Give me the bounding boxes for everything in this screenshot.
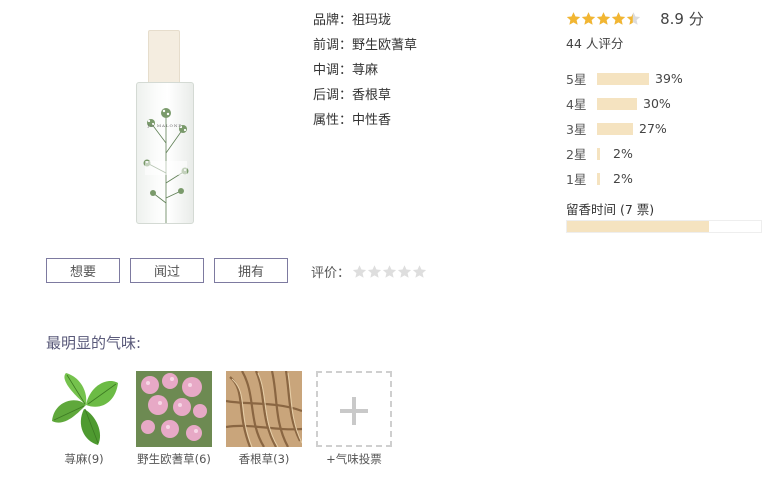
star-icon — [611, 12, 626, 25]
bottle-body: JO MALONE — [136, 82, 194, 224]
rate-star-icon[interactable] — [352, 264, 367, 279]
note-label: 野生欧蓍草(6) — [137, 452, 211, 466]
want-button[interactable]: 想要 — [46, 258, 120, 283]
rate-star-icon[interactable] — [412, 264, 427, 279]
middle-note-row: 中调：荨麻 — [313, 63, 379, 78]
average-star-rating — [566, 11, 641, 26]
longevity-bar — [566, 220, 762, 233]
attribute-row: 属性：中性香 — [313, 113, 392, 128]
distribution-percent: 30% — [643, 96, 671, 111]
distribution-percent: 2% — [613, 171, 633, 186]
own-button[interactable]: 拥有 — [214, 258, 288, 283]
plus-icon-vertical — [352, 397, 356, 425]
brand-row: 品牌：祖玛珑 — [313, 13, 392, 28]
distribution-row: 1星 2% — [566, 166, 766, 191]
note-label: 香根草(3) — [238, 452, 290, 466]
distribution-bar — [597, 72, 649, 85]
note-item-nettle[interactable]: 荨麻(9) — [46, 371, 122, 467]
distribution-bar — [597, 172, 600, 185]
rate-star-icon[interactable] — [382, 264, 397, 279]
note-label: 荨麻(9) — [64, 452, 104, 466]
rate-stars — [352, 264, 427, 279]
distribution-row: 5星 39% — [566, 66, 766, 91]
vote-note-label: +气味投票 — [326, 452, 382, 466]
distribution-bar — [597, 97, 637, 110]
longevity-bar-fill — [567, 221, 709, 232]
note-item-vetiver[interactable]: 香根草(3) — [226, 371, 302, 467]
top-note-row: 前调：野生欧蓍草 — [313, 38, 418, 53]
distribution-label: 4星 — [566, 97, 587, 112]
distribution-percent: 2% — [613, 146, 633, 161]
vetiver-root-icon — [226, 371, 302, 447]
star-icon — [596, 12, 611, 25]
base-note-row: 后调：香根草 — [313, 88, 392, 103]
distribution-label: 2星 — [566, 147, 587, 162]
vote-count: 44 人评分 — [566, 36, 624, 51]
longevity-label: 留香时间 (7 票) — [566, 202, 655, 217]
perfume-bottle-image: JO MALONE — [130, 30, 200, 226]
yarrow-flower-icon — [136, 371, 212, 447]
rate-star-icon[interactable] — [397, 264, 412, 279]
distribution-percent: 39% — [655, 71, 683, 86]
bottle-brand-text: JO MALONE — [147, 123, 183, 128]
flower-illustration — [143, 108, 189, 223]
distribution-percent: 27% — [639, 121, 667, 136]
add-note-vote-button[interactable] — [316, 371, 392, 447]
star-icon — [581, 12, 596, 25]
distribution-label: 1星 — [566, 172, 587, 187]
distribution-row: 2星 2% — [566, 141, 766, 166]
star-icon — [566, 12, 581, 25]
bottle-cap — [148, 30, 180, 84]
smelled-button[interactable]: 闻过 — [130, 258, 204, 283]
note-item-yarrow[interactable]: 野生欧蓍草(6) — [136, 371, 212, 467]
distribution-label: 5星 — [566, 72, 587, 87]
rating-panel: 8.9 分 44 人评分 5星 39% 4星 30% 3星 27% 2星 2% 1星 2% 留香时… — [566, 8, 766, 233]
distribution-bar — [597, 147, 600, 160]
distribution-row: 3星 27% — [566, 116, 766, 141]
distribution-row: 4星 30% — [566, 91, 766, 116]
average-score: 8.9 分 — [660, 10, 704, 28]
notes-title: 最明显的气味: — [46, 334, 142, 352]
distribution-label: 3星 — [566, 122, 587, 137]
rate-star-icon[interactable] — [367, 264, 382, 279]
distribution-bar — [597, 122, 633, 135]
note-vote-item[interactable]: +气味投票 — [316, 371, 392, 467]
rating-distribution: 5星 39% 4星 30% 3星 27% 2星 2% 1星 2% — [566, 66, 766, 191]
star-icon — [626, 12, 641, 25]
user-rating: 评价： — [311, 262, 427, 281]
rate-label: 评价： — [311, 266, 351, 281]
product-info: 品牌：祖玛珑 前调：野生欧蓍草 中调：荨麻 后调：香根草 属性：中性香 — [313, 8, 417, 133]
nettle-leaf-icon — [46, 371, 122, 447]
